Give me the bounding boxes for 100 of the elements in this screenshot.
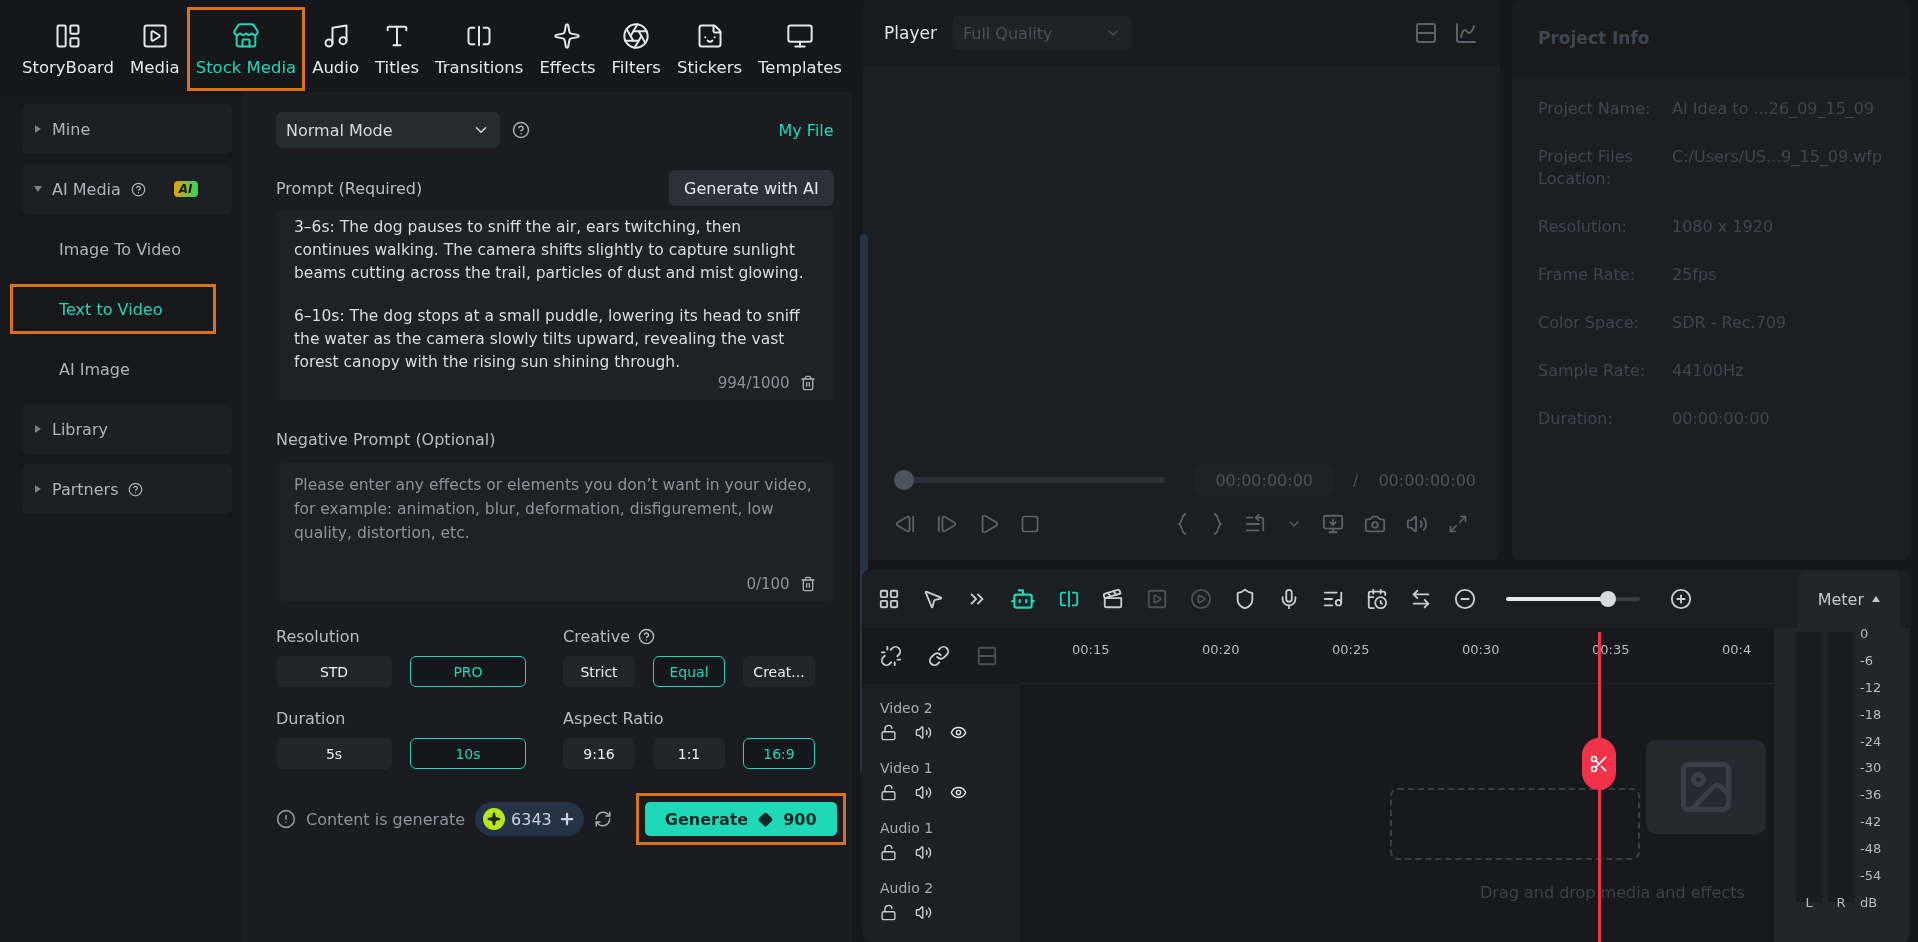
sidebar-group[interactable]: Library (22, 404, 232, 454)
meter-scale-label: -36 (1860, 787, 1883, 803)
slider-thumb[interactable] (1599, 591, 1616, 607)
unlock-icon[interactable] (880, 784, 897, 801)
ruler-label: 00:20 (1201, 642, 1241, 657)
monitor-icon[interactable] (1322, 513, 1344, 535)
channel-label: L (1804, 894, 1814, 910)
credits-button[interactable]: 6343 (475, 802, 584, 836)
nav-tab[interactable]: Titles (369, 10, 425, 88)
volume-icon[interactable] (915, 904, 932, 921)
option-button[interactable]: STD (276, 656, 392, 687)
nav-tab[interactable]: Stickers (670, 10, 749, 88)
meter-scale-label: -12 (1860, 679, 1883, 695)
group-label: Mine (52, 119, 91, 139)
volume-icon[interactable] (915, 724, 932, 741)
generate-button[interactable]: Generate 900 (644, 802, 837, 836)
unlock-icon[interactable] (880, 724, 897, 741)
nav-tab[interactable]: Stock Media (189, 10, 303, 88)
meter-scale-label: -30 (1860, 760, 1883, 776)
zoom-in-icon[interactable] (1670, 588, 1692, 610)
option-button[interactable]: Creat... (743, 656, 815, 687)
time-separator: / (1353, 470, 1359, 490)
caret-icon (1872, 596, 1880, 602)
sidebar-group[interactable]: Mine (22, 104, 232, 154)
eye-icon[interactable] (950, 784, 967, 801)
chart-icon[interactable] (1454, 21, 1478, 45)
nav-tab[interactable]: Audio (306, 10, 366, 88)
nav-tab[interactable]: Media (124, 10, 186, 88)
step-forward-icon[interactable] (936, 513, 958, 535)
player-title: Player (884, 23, 937, 43)
refresh-icon[interactable] (593, 810, 612, 828)
sidebar-item[interactable]: Image To Video (22, 224, 232, 274)
help-icon[interactable] (638, 628, 656, 645)
field-label: Negative Prompt (Optional) (276, 430, 496, 449)
help-icon[interactable] (512, 121, 530, 139)
meter-button[interactable]: Meter (1797, 570, 1900, 628)
channel-label: R (1835, 894, 1847, 910)
negative-prompt-field[interactable]: Please enter any effects or elements you don’t want in your video, for example: animation, blur, deformation, disfigurement, low quality, distortion, etc. 0/100 (276, 463, 834, 601)
robot-icon[interactable] (1010, 586, 1036, 612)
option-button[interactable]: 9:16 (563, 738, 635, 769)
prompt-field[interactable] (276, 210, 834, 400)
stop-icon[interactable] (1020, 514, 1040, 534)
sidebar-item[interactable]: Text to Video (10, 284, 216, 334)
arrows-icon[interactable] (1410, 588, 1432, 610)
help-icon[interactable] (128, 481, 144, 497)
unlink-icon[interactable] (880, 645, 902, 667)
option-label: Duration (276, 709, 346, 728)
nav-tab[interactable]: Transitions (429, 10, 530, 88)
ruler-label: 00:15 (1071, 642, 1111, 657)
nav-tab[interactable]: Filters (605, 10, 667, 88)
option-button[interactable]: 1:1 (653, 738, 725, 769)
zoom-out-icon[interactable] (1454, 588, 1476, 610)
option-button[interactable]: PRO (410, 656, 526, 687)
unlock-icon[interactable] (880, 844, 897, 861)
sidebar-group[interactable]: Partners (22, 464, 232, 514)
track-name: Audio 1 (880, 820, 935, 836)
volume-icon[interactable] (915, 784, 932, 801)
step-back-icon[interactable] (894, 513, 916, 535)
option-button[interactable]: 10s (410, 738, 526, 769)
option-button[interactable]: Strict (563, 656, 635, 687)
track-name: Video 2 (880, 700, 934, 716)
unlock-icon[interactable] (880, 904, 897, 921)
option-button[interactable]: 5s (276, 738, 392, 769)
grid-icon[interactable] (878, 588, 900, 610)
clapperboard-icon[interactable] (1102, 588, 1124, 610)
expand-icon[interactable] (1448, 514, 1468, 534)
scissors-icon[interactable] (1582, 738, 1616, 790)
sidebar-group[interactable]: AI Media AI (22, 164, 232, 214)
sidebar-item[interactable]: AI Image (22, 344, 232, 394)
calendar-clock-icon[interactable] (1366, 588, 1388, 610)
option-button[interactable]: 16:9 (743, 738, 815, 769)
trash-icon[interactable] (799, 375, 816, 391)
volume-icon[interactable] (915, 844, 932, 861)
nav-tab[interactable]: Effects (533, 10, 602, 88)
character-count: 0/100 (746, 575, 790, 593)
store-icon (231, 21, 260, 50)
character-count: 994/1000 (717, 374, 790, 392)
trash-icon[interactable] (799, 576, 816, 592)
generate-with-ai-button[interactable]: Generate with AI (669, 170, 834, 206)
aperture-icon (622, 21, 651, 50)
option-button[interactable]: Equal (653, 656, 725, 687)
group-label: Library (52, 419, 108, 439)
nav-tab[interactable]: StoryBoard (16, 10, 121, 88)
meter-scale-label: -48 (1860, 841, 1883, 857)
pointer-icon[interactable] (922, 588, 944, 610)
eye-icon[interactable] (950, 724, 967, 741)
link-icon[interactable] (928, 645, 950, 667)
shield-icon[interactable] (1234, 588, 1256, 610)
image-placeholder-icon (1646, 740, 1766, 834)
my-file-link[interactable]: My File (778, 120, 834, 140)
split-icon[interactable] (1058, 588, 1080, 610)
camera-icon[interactable] (1364, 513, 1386, 535)
group-label: Partners (52, 479, 119, 499)
option-label: Aspect Ratio (563, 709, 664, 728)
mode-dropdown[interactable]: Normal Mode (276, 112, 500, 148)
nav-tab[interactable]: Templates (752, 10, 848, 88)
seek-thumb[interactable] (894, 470, 914, 490)
help-icon[interactable] (130, 181, 146, 197)
meter-scale-label: -54 (1860, 868, 1883, 883)
track-name: Video 1 (880, 760, 934, 776)
